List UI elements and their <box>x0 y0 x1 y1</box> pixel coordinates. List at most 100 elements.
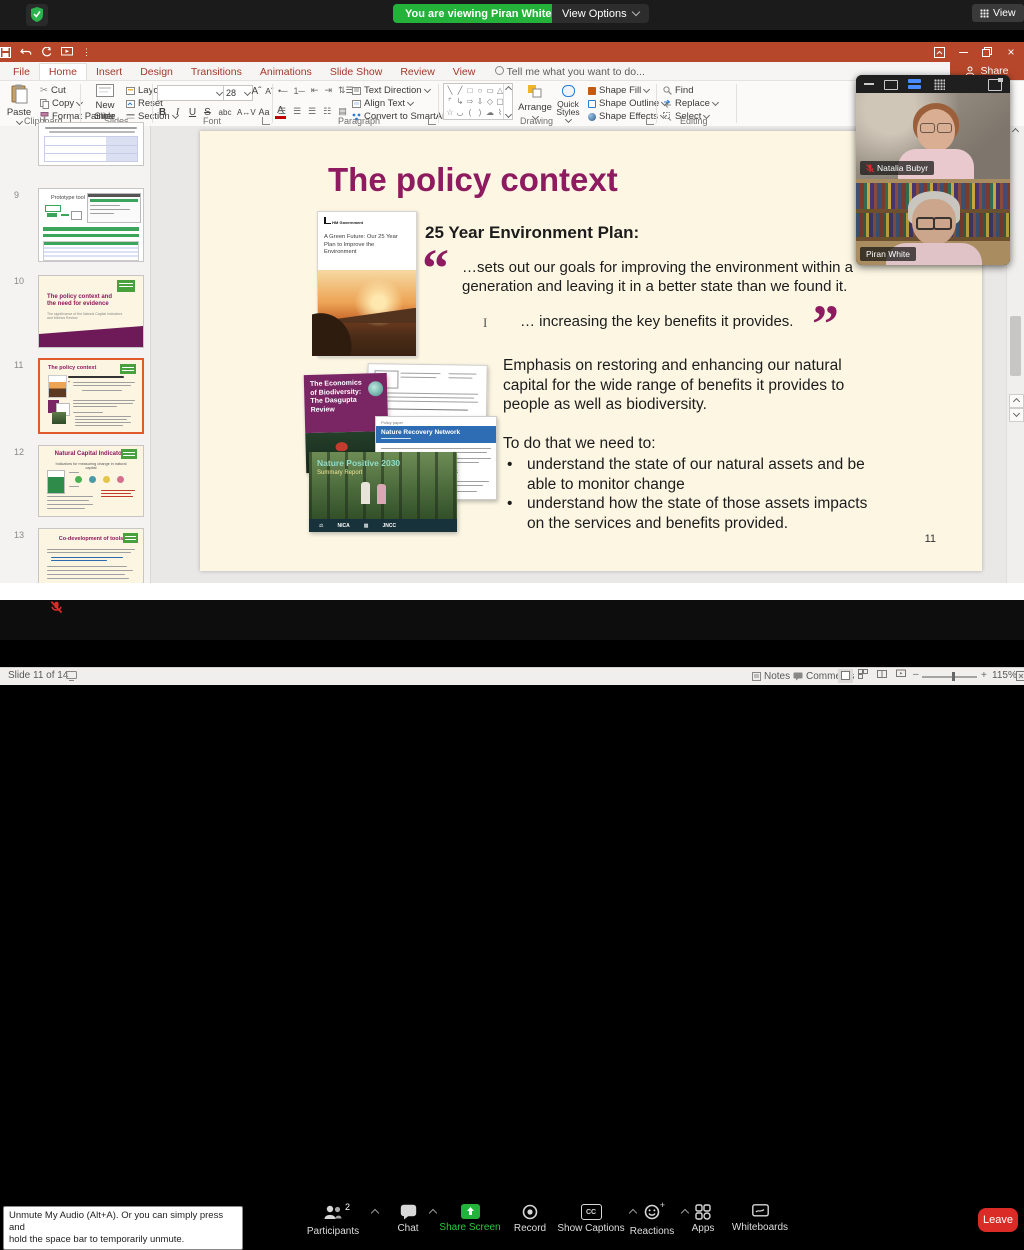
shape-effects-button[interactable]: Shape Effects <box>588 110 666 123</box>
numbered-list-button[interactable]: 1─ <box>294 86 305 96</box>
redo-icon[interactable] <box>41 47 52 58</box>
zoom-level[interactable]: 115% <box>992 670 1017 681</box>
gallery-strip-view-icon[interactable] <box>908 79 921 89</box>
bullet-item-1[interactable]: • understand the state of our natural as… <box>503 455 875 494</box>
scrollbar-thumb[interactable] <box>1010 316 1021 376</box>
thumbnail-slide-8[interactable] <box>38 122 144 166</box>
chat-menu-caret[interactable] <box>429 1209 437 1217</box>
thumbnail-slide-10[interactable]: The policy context and the need for evid… <box>38 275 144 348</box>
view-options-button[interactable]: View Options <box>552 4 649 23</box>
font-size-combo[interactable]: 28 <box>223 85 253 101</box>
share-screen-button[interactable]: Share Screen <box>438 1204 502 1233</box>
tab-review[interactable]: Review <box>391 63 443 81</box>
tab-design[interactable]: Design <box>131 63 182 81</box>
mic-muted-icon[interactable] <box>50 601 63 614</box>
change-case-button[interactable]: Aa <box>257 107 271 117</box>
display-settings-icon[interactable] <box>66 671 77 681</box>
find-button[interactable]: Find <box>663 84 693 97</box>
save-icon[interactable] <box>0 47 11 58</box>
apps-button[interactable]: Apps <box>688 1204 718 1234</box>
decrease-indent-button[interactable]: ⇤ <box>311 85 319 96</box>
view-button[interactable]: View <box>972 4 1024 22</box>
publications-collage[interactable]: The Economics of Biodiversity: The Dasgu… <box>303 364 503 536</box>
zoom-slider-thumb[interactable] <box>952 672 955 681</box>
minimize-button[interactable] <box>950 42 976 62</box>
bullet-list-button[interactable]: •─ <box>278 86 288 96</box>
quote-text[interactable]: …sets out our goals for improving the en… <box>462 258 890 296</box>
25-year-plan-cover-image[interactable]: HM Government A Green Future: Our 25 Yea… <box>317 211 417 357</box>
video-tile-piran[interactable]: Piran White <box>856 179 1010 265</box>
previous-slide-button[interactable] <box>1009 394 1024 408</box>
font-name-combo[interactable] <box>157 85 225 101</box>
popout-panel-icon[interactable] <box>988 79 1002 91</box>
bullet-item-2[interactable]: • understand how the state of those asse… <box>503 494 875 533</box>
shapes-gallery-scroll[interactable] <box>503 84 512 119</box>
tab-home[interactable]: Home <box>39 63 87 80</box>
fit-to-window-icon[interactable] <box>1016 671 1024 681</box>
qat-more-icon[interactable]: ⋮ <box>82 47 91 58</box>
bold-button[interactable]: B <box>157 107 168 118</box>
scroll-up-icon[interactable] <box>1012 128 1019 135</box>
align-right-button[interactable]: ☰ <box>308 106 316 117</box>
copy-button[interactable]: Copy <box>40 97 82 110</box>
align-left-button[interactable]: ☰ <box>278 106 286 117</box>
paragraph-dialog-launcher[interactable] <box>428 117 436 125</box>
leave-button[interactable]: Leave <box>978 1208 1018 1232</box>
align-center-button[interactable]: ☰ <box>293 106 301 117</box>
speaker-view-icon[interactable] <box>884 80 898 90</box>
thumbnail-slide-12[interactable]: Natural Capital Indicators Indicators fo… <box>38 445 144 517</box>
show-captions-button[interactable]: CC Show Captions <box>556 1204 626 1234</box>
slide-heading[interactable]: 25 Year Environment Plan: <box>425 223 639 243</box>
char-spacing-button[interactable]: A↔V <box>237 108 253 117</box>
participants-menu-caret[interactable] <box>371 1209 379 1217</box>
tab-slide-show[interactable]: Slide Show <box>321 63 392 81</box>
whiteboards-button[interactable]: Whiteboards <box>726 1204 794 1233</box>
cut-button[interactable]: ✂Cut <box>40 84 66 97</box>
chat-button[interactable]: Chat <box>390 1204 426 1234</box>
video-tile-natalia[interactable]: Natalia Bubyr <box>856 93 1010 179</box>
align-text-button[interactable]: Align Text <box>352 97 413 110</box>
shapes-gallery[interactable]: ╲╱□○▭△ ⌜↳⇨⇩◇▢ ☆◡()☁⌇ <box>443 83 513 120</box>
tab-insert[interactable]: Insert <box>87 63 131 81</box>
next-slide-button[interactable] <box>1009 408 1024 422</box>
zoom-video-panel[interactable]: Natalia Bubyr Piran White <box>856 75 1010 265</box>
slide-sorter-view-button[interactable] <box>858 669 868 682</box>
increase-indent-button[interactable]: ⇥ <box>324 85 332 96</box>
justify-button[interactable]: ☷ <box>323 106 331 117</box>
security-shield-icon[interactable] <box>26 4 48 26</box>
shrink-font-button[interactable]: Aˇ <box>264 86 275 96</box>
reading-view-button[interactable] <box>877 669 887 682</box>
participants-button[interactable]: 2 Participants <box>300 1204 366 1237</box>
tab-animations[interactable]: Animations <box>251 63 321 81</box>
grow-font-button[interactable]: Aˆ <box>251 86 262 97</box>
zoom-slider-track[interactable] <box>922 676 977 678</box>
start-slideshow-icon[interactable] <box>61 47 73 57</box>
tab-view[interactable]: View <box>444 63 485 81</box>
underline-button[interactable]: U <box>187 107 198 118</box>
reactions-button[interactable]: + Reactions <box>626 1204 678 1237</box>
grid-view-icon[interactable] <box>934 79 945 90</box>
undo-icon[interactable] <box>20 47 32 57</box>
slide-show-button[interactable] <box>896 669 906 682</box>
replace-button[interactable]: Replace <box>663 97 718 110</box>
quick-styles-button[interactable]: Quick Styles <box>552 84 584 122</box>
zoom-in-button[interactable]: + <box>981 670 987 681</box>
normal-view-button[interactable] <box>838 669 853 683</box>
slide-title[interactable]: The policy context <box>328 161 618 199</box>
restore-button[interactable] <box>974 42 1000 62</box>
thumbnail-slide-13[interactable]: Co-development of tools <box>38 528 144 583</box>
todo-intro[interactable]: To do that we need to: <box>503 435 656 453</box>
zoom-out-button[interactable]: – <box>913 669 919 680</box>
body-paragraph[interactable]: Emphasis on restoring and enhancing our … <box>503 356 881 415</box>
tab-transitions[interactable]: Transitions <box>182 63 251 81</box>
minimize-panel-icon[interactable] <box>864 83 874 85</box>
drawing-dialog-launcher[interactable] <box>646 117 654 125</box>
close-button[interactable]: × <box>998 42 1024 62</box>
quote-text-2[interactable]: … increasing the key benefits it provide… <box>520 313 793 330</box>
record-button[interactable]: Record <box>508 1204 552 1234</box>
italic-button[interactable]: I <box>172 107 183 118</box>
shape-fill-button[interactable]: Shape Fill <box>588 84 649 97</box>
thumbnail-slide-11-selected[interactable]: The policy context “ <box>38 358 144 434</box>
font-dialog-launcher[interactable] <box>262 117 270 125</box>
tell-me-box[interactable]: Tell me what you want to do... <box>495 66 645 78</box>
